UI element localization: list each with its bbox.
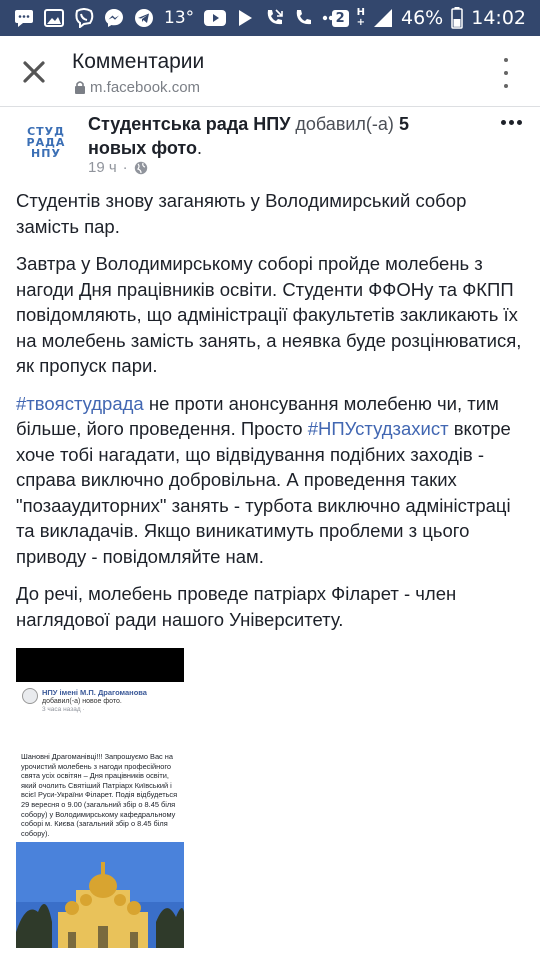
hashtag-npustudzakhyst[interactable]: #НПУстудзахист [308,418,449,439]
post-header: СТУД РАДА НПУ Студентська рада НПУ добав… [0,108,540,178]
npu-logo-icon [22,688,38,704]
url-bar: m.facebook.com [74,79,200,96]
photo-time: 3 часа назад · [42,706,85,713]
title-bar: Комментарии m.facebook.com [0,36,540,107]
photo-text: Шановні Драгоманівці!!! Запрошуємо Вас н… [21,752,178,838]
photo-page-name: НПУ імені М.П. Драгоманова [42,688,147,697]
temperature-text: 13° [164,8,195,28]
avatar[interactable]: СТУД РАДА НПУ [14,112,78,172]
viber-icon [74,8,94,28]
time-text: 19 ч [88,159,117,176]
clock: 14:02 [471,7,526,29]
action-text: добавил(-а) [290,114,399,134]
hashtag-tvoyastudrada[interactable]: #твоястудрада [16,393,144,414]
image-icon [44,9,64,27]
avatar-line-3: НПУ [31,146,61,160]
phone-icon [294,9,312,27]
battery-icon [451,7,463,29]
paragraph-4: До речі, молебень проведе патріарх Філар… [16,583,457,630]
post-more-button[interactable] [501,120,522,125]
globe-icon [134,161,147,174]
photo-action: добавил(-а) новое фото. [42,698,122,705]
avatar-line-2: РАДА [26,135,66,149]
missed-call-icon [264,8,284,28]
signal-icon [373,8,393,28]
avatar-line-1: СТУД [27,124,65,138]
close-icon [23,61,45,83]
cathedral-image [16,842,184,948]
post-time[interactable]: 19 ч · [88,159,148,176]
page-title: Комментарии [72,50,205,73]
period: . [196,138,202,158]
overflow-menu-button[interactable] [496,58,516,88]
messages-icon [14,9,34,27]
close-button[interactable] [14,52,54,92]
telegram-icon [134,8,154,28]
lock-icon [75,81,85,94]
more-horiz-icon [501,120,506,125]
youtube-icon [204,10,227,26]
author-link[interactable]: Студентська рада НПУ [88,114,290,134]
url-text: m.facebook.com [90,79,201,96]
battery-percent: 46% [401,7,444,29]
paragraph-2: Завтра у Володимирському соборі пройде м… [16,253,522,376]
paragraph-3: #твоястудрада не проти анонсування молеб… [16,392,511,567]
sim-badge: 2 [331,9,349,27]
status-bar: 13° 2 H + 46% 14:02 [0,0,540,36]
more-vert-icon [504,58,508,62]
post-photo[interactable]: НПУ імені М.П. Драгоманова добавил(-а) н… [16,648,184,948]
post-author-line: Студентська рада НПУ добавил(-а) 5 новых… [88,112,448,160]
network-type: H + [356,7,365,28]
messenger-icon [104,8,124,28]
post-body: Студентів знову заганяють у Володимирськ… [16,188,528,682]
paragraph-1: Студентів знову заганяють у Володимирськ… [16,190,467,237]
photo-screenshot: НПУ імені М.П. Драгоманова добавил(-а) н… [16,682,184,948]
play-icon [236,9,254,27]
